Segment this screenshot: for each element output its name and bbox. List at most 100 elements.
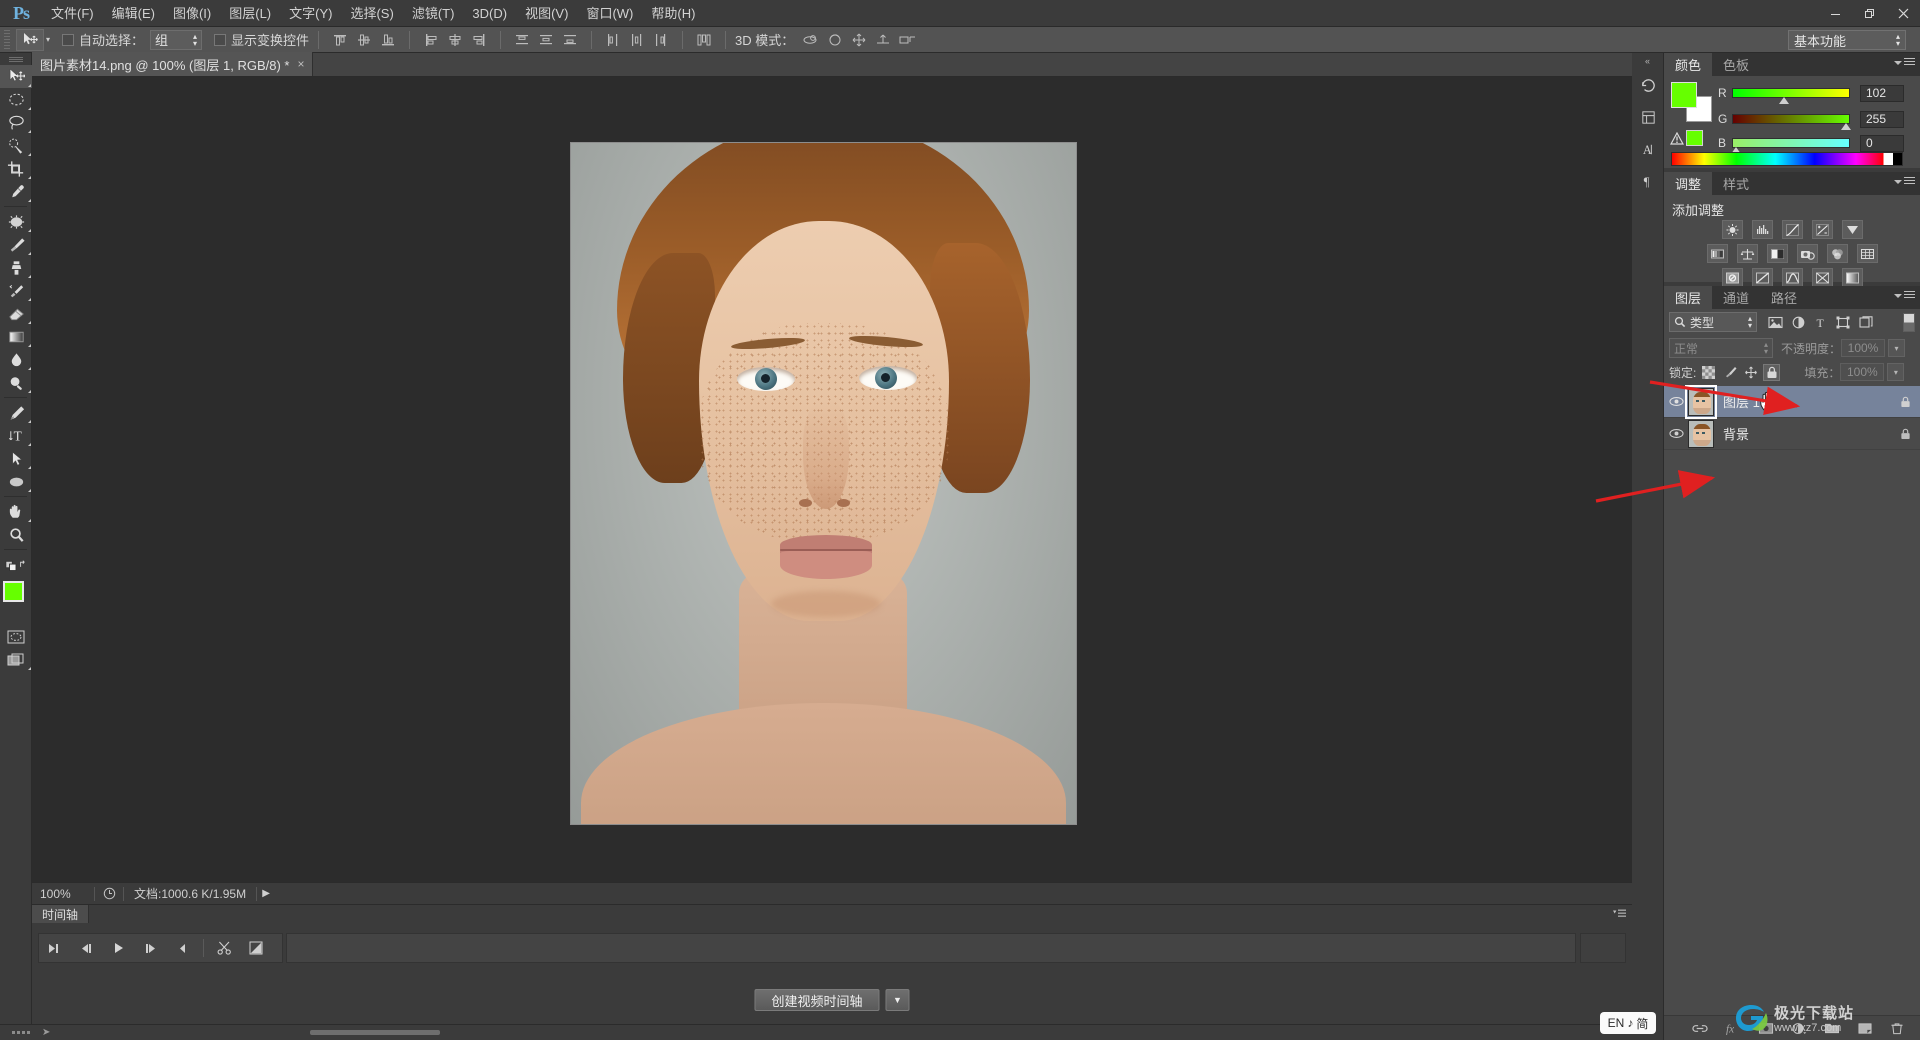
menu-filter[interactable]: 滤镜(T) <box>403 0 464 27</box>
table-row[interactable]: 图层 1 <box>1664 386 1920 418</box>
filter-adjustment-icon[interactable] <box>1792 316 1805 329</box>
layer-filter-toggle-switch[interactable] <box>1903 313 1915 332</box>
align-right-edges-icon[interactable] <box>468 30 490 50</box>
dodge-tool[interactable] <box>0 371 32 394</box>
zoom-level[interactable]: 100% <box>32 887 94 901</box>
timeline-panel-menu-icon[interactable] <box>1613 909 1626 918</box>
tab-swatches[interactable]: 色板 <box>1712 53 1760 76</box>
distribute-top-edges-icon[interactable] <box>511 30 533 50</box>
align-vertical-centers-icon[interactable] <box>353 30 375 50</box>
properties-icon[interactable] <box>1632 101 1664 133</box>
layers-panel-menu-icon[interactable] <box>1894 291 1915 300</box>
color-spectrum-ramp[interactable] <box>1671 152 1903 166</box>
invert-icon[interactable] <box>1722 268 1743 287</box>
spot-healing-brush-tool[interactable] <box>0 210 32 233</box>
selective-color-icon[interactable] <box>1812 268 1833 287</box>
hand-tool[interactable] <box>0 500 32 523</box>
rectangular-marquee-tool[interactable] <box>0 88 32 111</box>
channel-mixer-icon[interactable] <box>1827 244 1848 263</box>
crop-tool[interactable] <box>0 157 32 180</box>
blend-mode-dropdown[interactable]: 正常 ▴▾ <box>1669 338 1773 358</box>
filter-type-icon[interactable]: T <box>1814 316 1827 329</box>
menu-select[interactable]: 选择(S) <box>341 0 402 27</box>
eyedropper-tool[interactable] <box>0 180 32 203</box>
distribute-left-edges-icon[interactable] <box>602 30 624 50</box>
link-layers-icon[interactable] <box>1692 1022 1708 1035</box>
image-canvas[interactable] <box>571 143 1076 824</box>
auto-select-dropdown[interactable]: 组 ▴▾ <box>150 30 202 50</box>
levels-icon[interactable] <box>1752 220 1773 239</box>
out-of-gamut-swatch[interactable] <box>1686 130 1703 146</box>
horizontal-scrollbar[interactable] <box>310 1030 440 1035</box>
create-video-timeline-button[interactable]: 创建视频时间轴 <box>754 989 879 1011</box>
menu-view[interactable]: 视图(V) <box>516 0 577 27</box>
menu-type[interactable]: 文字(Y) <box>280 0 341 27</box>
collapse-panels-icon[interactable]: « <box>1632 53 1663 69</box>
tools-panel-grip[interactable] <box>0 53 31 65</box>
character-icon[interactable]: A <box>1632 133 1664 165</box>
tab-layers[interactable]: 图层 <box>1664 286 1712 309</box>
layer-visibility-icon[interactable] <box>1664 428 1688 439</box>
vibrance-icon[interactable] <box>1842 220 1863 239</box>
close-button[interactable] <box>1886 0 1920 27</box>
foreground-color-swatch[interactable] <box>3 581 24 602</box>
fill-value[interactable]: 100% <box>1840 363 1884 381</box>
gradient-tool[interactable] <box>0 325 32 348</box>
menu-image[interactable]: 图像(I) <box>164 0 220 27</box>
filter-pixel-icon[interactable] <box>1768 316 1783 329</box>
ellipse-shape-tool[interactable] <box>0 470 32 493</box>
layer-filter-type-dropdown[interactable]: 类型 ▴▾ <box>1669 312 1757 332</box>
align-bottom-edges-icon[interactable] <box>377 30 399 50</box>
channel-value-g[interactable]: 255 <box>1860 111 1904 128</box>
adjustments-panel-menu-icon[interactable] <box>1894 177 1915 186</box>
out-of-gamut-warning-icon[interactable] <box>1670 132 1684 145</box>
tab-color[interactable]: 颜色 <box>1664 53 1712 76</box>
distribute-right-edges-icon[interactable] <box>650 30 672 50</box>
document-tab[interactable]: 图片素材14.png @ 100% (图层 1, RGB/8) * × <box>32 52 313 76</box>
color-panel-foreground-swatch[interactable] <box>1671 82 1697 108</box>
play-icon[interactable] <box>103 934 135 962</box>
menu-help[interactable]: 帮助(H) <box>642 0 704 27</box>
photo-filter-icon[interactable] <box>1797 244 1818 263</box>
brush-tool[interactable] <box>0 233 32 256</box>
opacity-dropdown-icon[interactable]: ▾ <box>1888 339 1905 357</box>
lasso-tool[interactable] <box>0 111 32 134</box>
minimize-button[interactable] <box>1818 0 1852 27</box>
menu-edit[interactable]: 编辑(E) <box>103 0 164 27</box>
color-lookup-icon[interactable] <box>1857 244 1878 263</box>
filter-shape-icon[interactable] <box>1836 316 1850 329</box>
color-balance-icon[interactable] <box>1737 244 1758 263</box>
menu-file[interactable]: 文件(F) <box>42 0 103 27</box>
layer-visibility-icon[interactable] <box>1664 396 1688 407</box>
timeline-track-area[interactable] <box>286 933 1576 963</box>
color-swatches[interactable] <box>0 579 32 621</box>
quick-selection-tool[interactable] <box>0 134 32 157</box>
paragraph-icon[interactable]: ¶ <box>1632 165 1664 197</box>
history-brush-tool[interactable] <box>0 279 32 302</box>
timeline-right-area[interactable] <box>1580 933 1626 963</box>
auto-align-layers-icon[interactable] <box>693 30 715 50</box>
distribute-horizontal-centers-icon[interactable] <box>626 30 648 50</box>
filter-smart-object-icon[interactable] <box>1859 316 1873 329</box>
menu-3d[interactable]: 3D(D) <box>463 0 516 27</box>
menu-layer[interactable]: 图层(L) <box>220 0 280 27</box>
transition-icon[interactable] <box>240 934 272 962</box>
exposure-icon[interactable] <box>1812 220 1833 239</box>
workspace-selector[interactable]: 基本功能 ▴▾ <box>1788 30 1906 50</box>
change-screen-mode[interactable] <box>0 648 32 671</box>
fill-dropdown-icon[interactable]: ▾ <box>1887 363 1904 381</box>
path-selection-tool[interactable] <box>0 447 32 470</box>
channel-value-b[interactable]: 0 <box>1860 135 1904 152</box>
move-tool-preset-caret[interactable]: ▾ <box>46 35 50 44</box>
options-bar-grip[interactable] <box>2 30 10 50</box>
threshold-icon[interactable] <box>1782 268 1803 287</box>
close-icon[interactable]: × <box>297 57 304 71</box>
table-row[interactable]: 背景 <box>1664 418 1920 450</box>
type-tool[interactable]: T <box>0 424 32 447</box>
tab-paths[interactable]: 路径 <box>1760 286 1808 309</box>
create-timeline-dropdown-icon[interactable]: ▼ <box>886 989 910 1011</box>
layer-name[interactable]: 图层 1 <box>1723 392 1760 411</box>
status-bar-menu-arrow-icon[interactable]: ▶ <box>257 888 275 899</box>
split-at-playhead-icon[interactable] <box>208 934 240 962</box>
align-left-edges-icon[interactable] <box>420 30 442 50</box>
